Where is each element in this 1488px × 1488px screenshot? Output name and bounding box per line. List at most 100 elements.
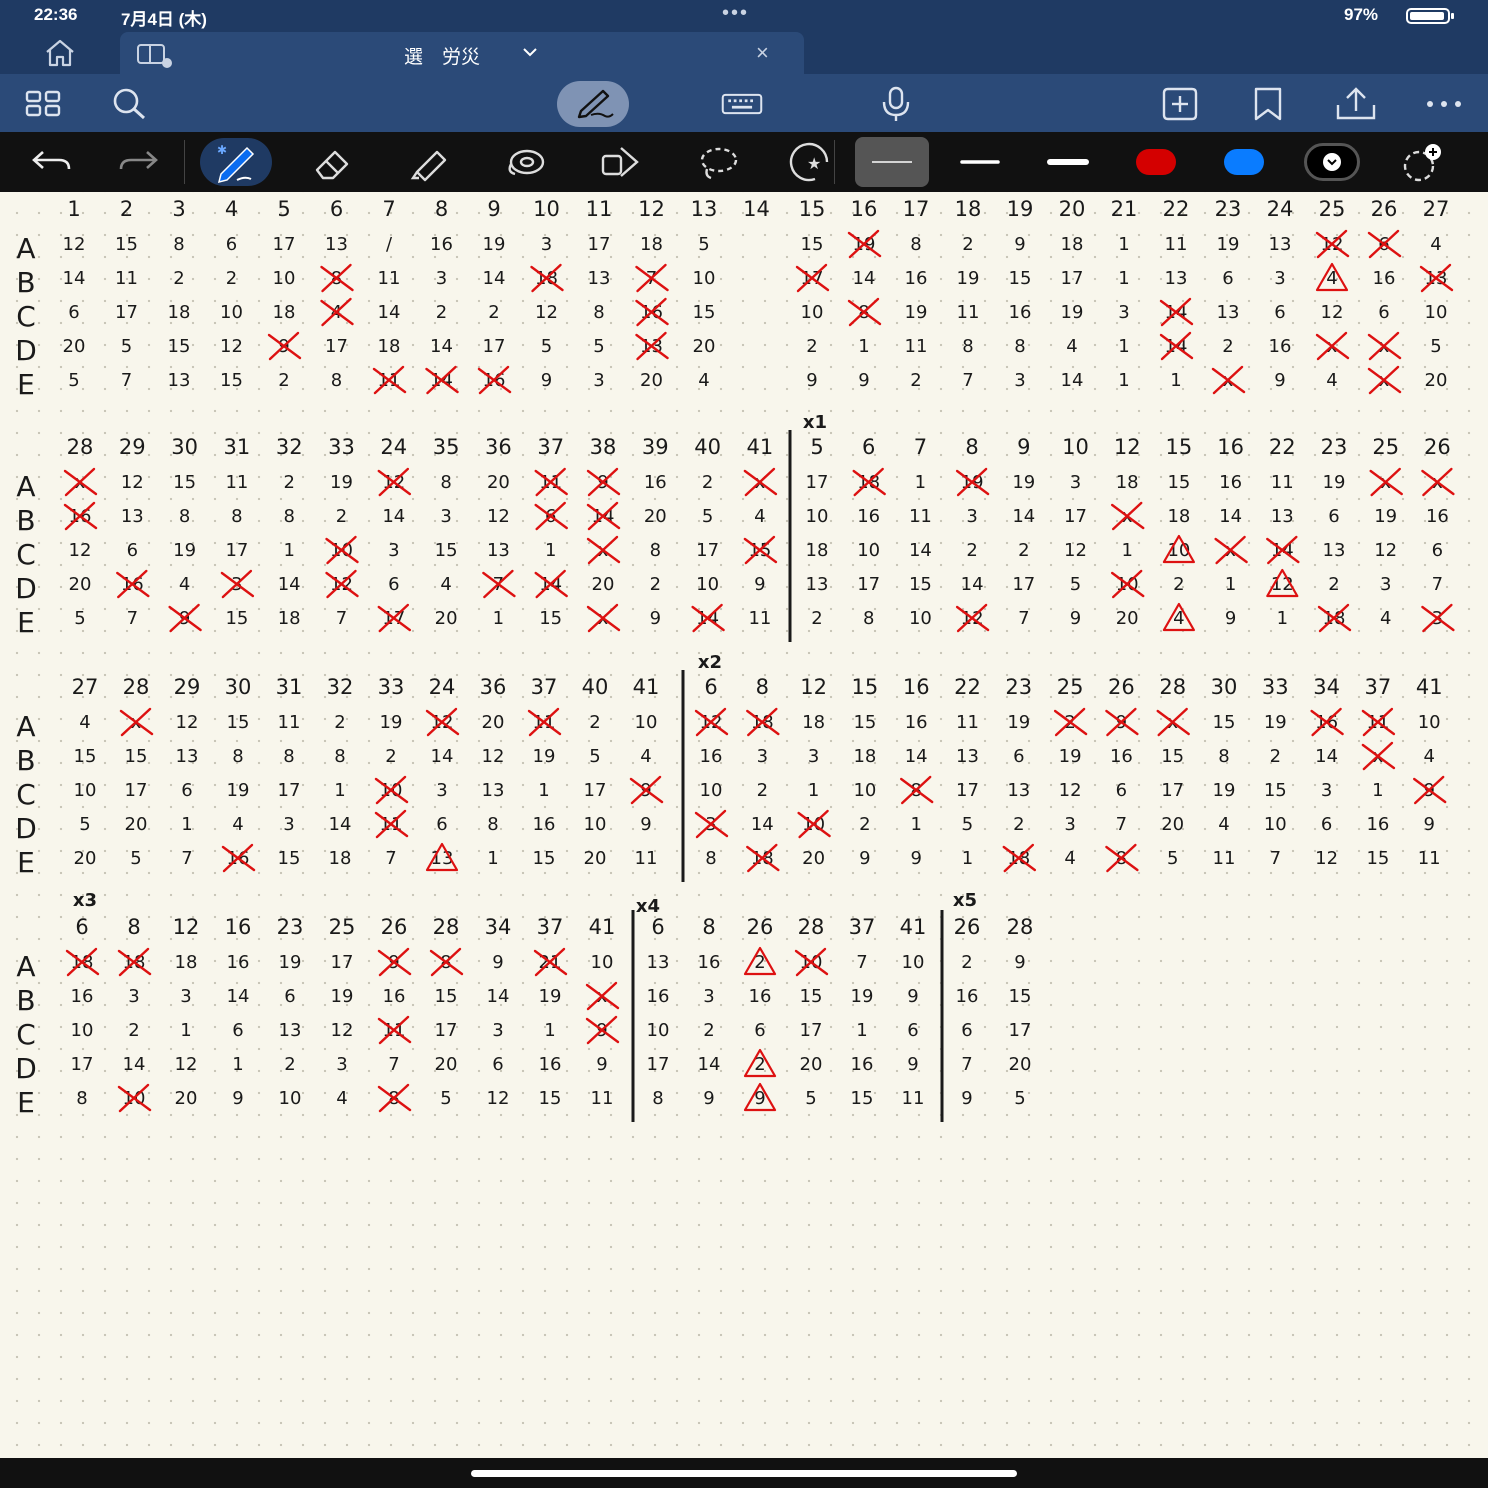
answer-cell: 3	[703, 986, 714, 1007]
question-number: 37	[1365, 675, 1392, 699]
pen-icon	[571, 85, 615, 124]
answer-cell: 5	[589, 746, 600, 767]
question-number: 33	[1262, 675, 1289, 699]
pen-tool-icon[interactable]: ✱	[211, 138, 261, 186]
answer-cell: 4	[698, 370, 709, 391]
row-label: A	[16, 470, 35, 503]
answer-cell: 20	[1425, 370, 1448, 391]
section-label: x2	[698, 652, 722, 673]
answer-cell: 13	[482, 780, 505, 801]
answer-cell: 13	[121, 506, 144, 527]
answer-cell: 2	[1013, 814, 1024, 835]
answer-cell: 2	[757, 780, 768, 801]
answer-cell: 18	[278, 608, 301, 629]
sticker-tool-icon[interactable]: ★	[784, 138, 834, 186]
answer-cell: 3	[492, 1020, 503, 1041]
search-icon[interactable]	[108, 82, 152, 126]
microphone-icon[interactable]	[874, 82, 918, 126]
answer-cell: 15	[851, 1088, 874, 1109]
bookmark-icon[interactable]	[1246, 82, 1290, 126]
color-swatch-blue[interactable]	[1224, 149, 1264, 175]
eraser-tool-icon[interactable]	[308, 138, 358, 186]
home-icon[interactable]	[42, 38, 78, 68]
question-number: 34	[1313, 675, 1340, 699]
question-number: 29	[174, 675, 201, 699]
answer-cell: 1	[858, 336, 869, 357]
answer-cell: 6	[436, 814, 447, 835]
keyboard-icon[interactable]	[720, 82, 764, 126]
answer-cell: 13	[1217, 302, 1240, 323]
answer-cell: 15	[1161, 746, 1184, 767]
answer-cell: 16	[905, 268, 928, 289]
answer-cell: 6	[1378, 302, 1389, 323]
grid-icon[interactable]	[22, 82, 66, 126]
question-number: 27	[72, 675, 99, 699]
answer-cell: 10	[1264, 814, 1287, 835]
pen-mode-button[interactable]	[557, 81, 629, 127]
document-title[interactable]: 選 労災	[404, 42, 480, 69]
answer-cell: 17	[325, 336, 348, 357]
question-number: 29	[119, 435, 146, 459]
color-swatch-black-selected[interactable]	[1304, 143, 1360, 181]
question-number: 11	[586, 197, 613, 221]
answer-cell: 2	[283, 472, 294, 493]
answer-cell: 9	[910, 848, 921, 869]
answer-cell: 12	[487, 1088, 510, 1109]
answer-cell: 19	[483, 234, 506, 255]
notebook-canvas[interactable]: A B C D E 1 2 3 4 5 6 7 8 9 10 11 12 13 14 12 15 8 6 17 13/16 19 3…	[0, 192, 1488, 1458]
answer-cell: 7	[121, 370, 132, 391]
answer-cell: 2	[859, 814, 870, 835]
tape-tool-icon[interactable]	[500, 138, 550, 186]
highlighter-tool-icon[interactable]	[404, 138, 454, 186]
share-icon[interactable]	[1334, 82, 1378, 126]
handwritten-notes[interactable]: ABCDE1 2 3 4 5 6 7 8 9 10 11 12 13 1412 15 8 6 17 13/16 19 3…	[0, 192, 1488, 1458]
answer-cell: 20	[584, 848, 607, 869]
color-swatch-red[interactable]	[1136, 149, 1176, 175]
chevron-down-icon[interactable]	[522, 42, 538, 67]
question-number: 25	[1319, 197, 1346, 221]
answer-cell: 6	[68, 302, 79, 323]
question-number: 30	[1211, 675, 1238, 699]
shapes-tool-icon[interactable]	[596, 138, 646, 186]
answer-cell: 1	[232, 1054, 243, 1075]
lasso-tool-icon[interactable]	[692, 138, 742, 186]
answer-cell: 11	[905, 336, 928, 357]
answer-cell: 16	[1219, 472, 1242, 493]
question-number: 12	[800, 675, 827, 699]
thickness-fine-icon[interactable]	[867, 138, 917, 186]
answer-cell: 19	[957, 268, 980, 289]
answer-cell: 5	[121, 336, 132, 357]
multitask-dots[interactable]: •••	[722, 2, 749, 25]
home-indicator[interactable]	[471, 1470, 1017, 1477]
answer-cell: 12	[176, 712, 199, 733]
answer-cell: 6	[1222, 268, 1233, 289]
close-tab-button[interactable]: ×	[756, 40, 769, 66]
redo-icon[interactable]	[114, 138, 164, 186]
question-number: 22	[1163, 197, 1190, 221]
split-view-icon[interactable]	[136, 42, 176, 73]
answer-cell: 15	[909, 574, 932, 595]
undo-icon[interactable]	[26, 138, 76, 186]
answer-cell: 3	[1274, 268, 1285, 289]
document-tab[interactable]: 選 労災 ×	[120, 32, 804, 76]
add-page-icon[interactable]	[1158, 82, 1202, 126]
answer-cell: 20	[1161, 814, 1184, 835]
answer-cell: 17	[1012, 574, 1035, 595]
add-color-icon[interactable]	[1396, 138, 1446, 186]
more-icon[interactable]	[1422, 82, 1466, 126]
answer-cell: 2	[589, 712, 600, 733]
thickness-medium-icon[interactable]	[955, 138, 1005, 186]
section-label: x3	[73, 890, 97, 911]
answer-cell: 9	[806, 370, 817, 391]
answer-cell: 16	[1009, 302, 1032, 323]
answer-cell: 8	[283, 506, 294, 527]
thickness-bold-icon[interactable]	[1043, 138, 1093, 186]
answer-cell: 3	[1321, 780, 1332, 801]
question-number: 6	[862, 435, 875, 459]
answer-cell: 2	[278, 370, 289, 391]
answer-cell: 15	[1264, 780, 1287, 801]
answer-cell: 8	[232, 746, 243, 767]
answer-cell: 4	[640, 746, 651, 767]
answer-cell: 8	[487, 814, 498, 835]
answer-cell: 2	[284, 1054, 295, 1075]
